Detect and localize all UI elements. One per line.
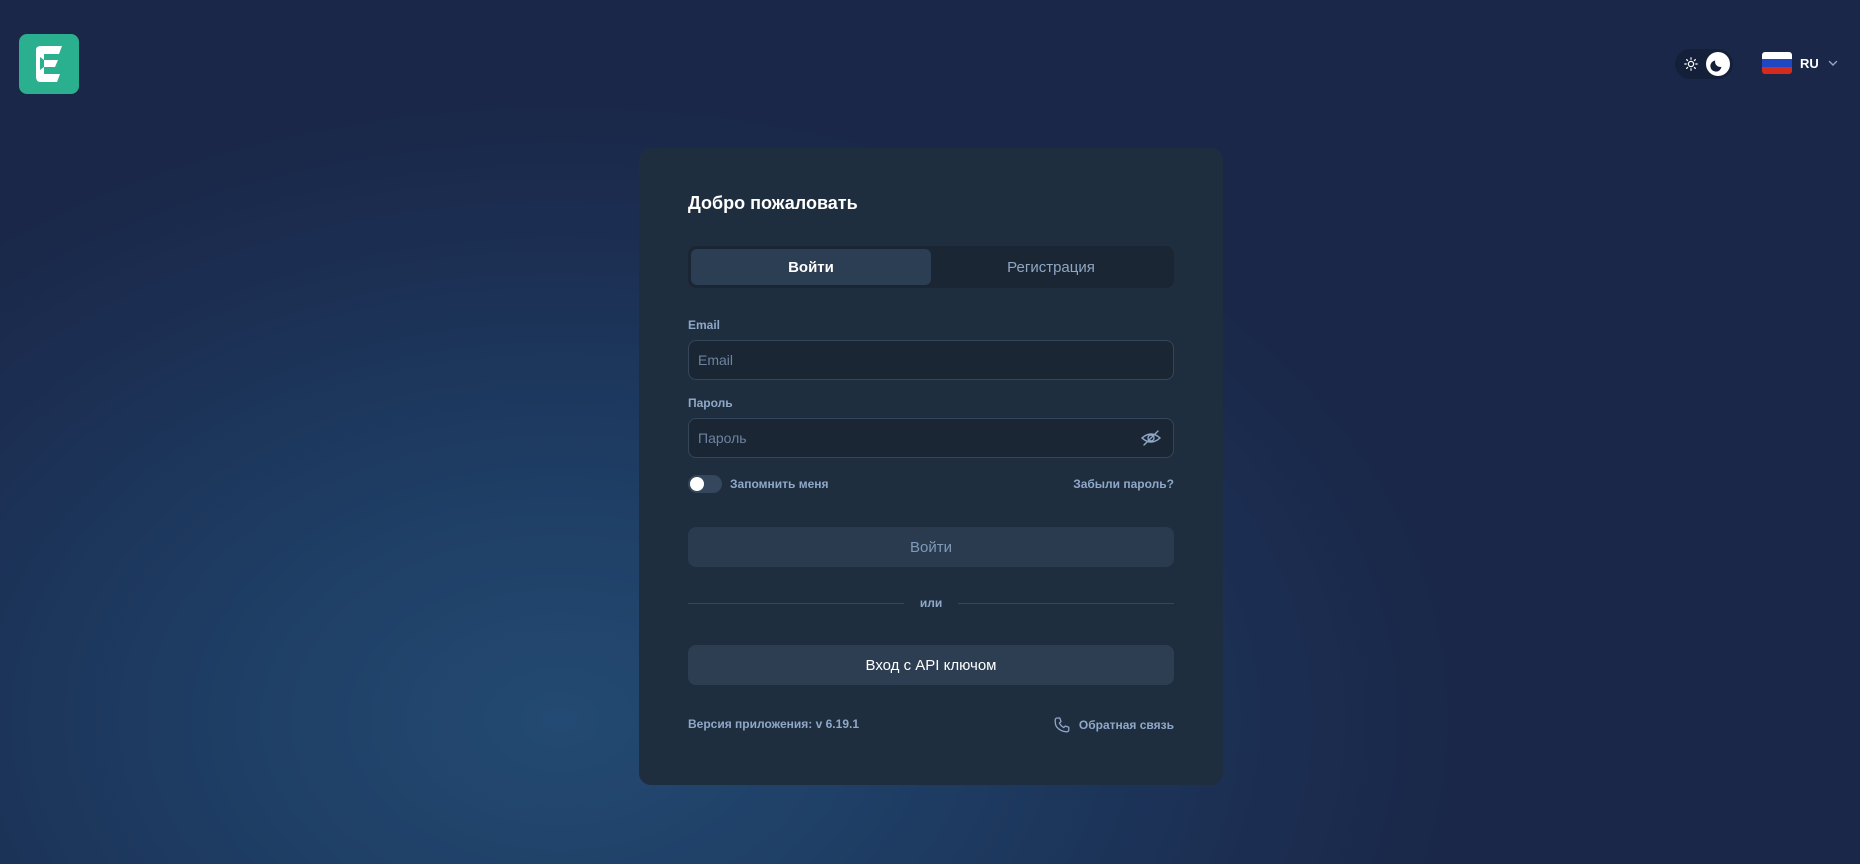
auth-tabs: Войти Регистрация: [688, 246, 1174, 288]
email-field[interactable]: [689, 341, 1173, 379]
or-divider: или: [688, 596, 1175, 610]
language-selector[interactable]: RU: [1762, 52, 1839, 74]
divider-line-left: [688, 602, 904, 604]
remember-me-toggle[interactable]: [688, 475, 722, 493]
theme-toggle[interactable]: [1675, 49, 1733, 79]
chevron-down-icon: [1828, 60, 1837, 66]
remember-me: Запомнить меня: [688, 475, 829, 493]
toggle-knob: [690, 477, 704, 491]
eye-off-icon[interactable]: [1139, 426, 1163, 450]
app-version: Версия приложения: v 6.19.1: [688, 717, 859, 731]
tab-register[interactable]: Регистрация: [931, 249, 1171, 285]
sun-icon[interactable]: [1683, 56, 1699, 72]
login-button[interactable]: Войти: [688, 527, 1174, 567]
login-card: Добро пожаловать Войти Регистрация Email…: [639, 148, 1223, 785]
remember-me-label[interactable]: Запомнить меня: [730, 477, 829, 491]
divider-text: или: [919, 596, 943, 610]
phone-icon: [1054, 717, 1070, 733]
russia-flag-icon: [1762, 52, 1792, 74]
email-label: Email: [688, 318, 721, 332]
feedback-link[interactable]: Обратная связь: [1053, 716, 1174, 734]
app-logo[interactable]: [19, 34, 79, 94]
language-code: RU: [1800, 55, 1819, 71]
feedback-label: Обратная связь: [1078, 718, 1174, 732]
password-label: Пароль: [688, 396, 733, 410]
password-field[interactable]: [689, 419, 1139, 457]
forgot-password-link[interactable]: Забыли пароль?: [1073, 477, 1174, 491]
divider-line-right: [958, 602, 1175, 604]
page-title: Добро пожаловать: [688, 193, 858, 213]
password-field-wrapper: [688, 418, 1174, 458]
app-logo-icon: [36, 46, 62, 82]
moon-icon[interactable]: [1706, 52, 1730, 76]
api-key-login-button[interactable]: Вход с API ключом: [688, 645, 1174, 685]
email-field-wrapper: [688, 340, 1174, 380]
tab-login[interactable]: Войти: [691, 249, 931, 285]
